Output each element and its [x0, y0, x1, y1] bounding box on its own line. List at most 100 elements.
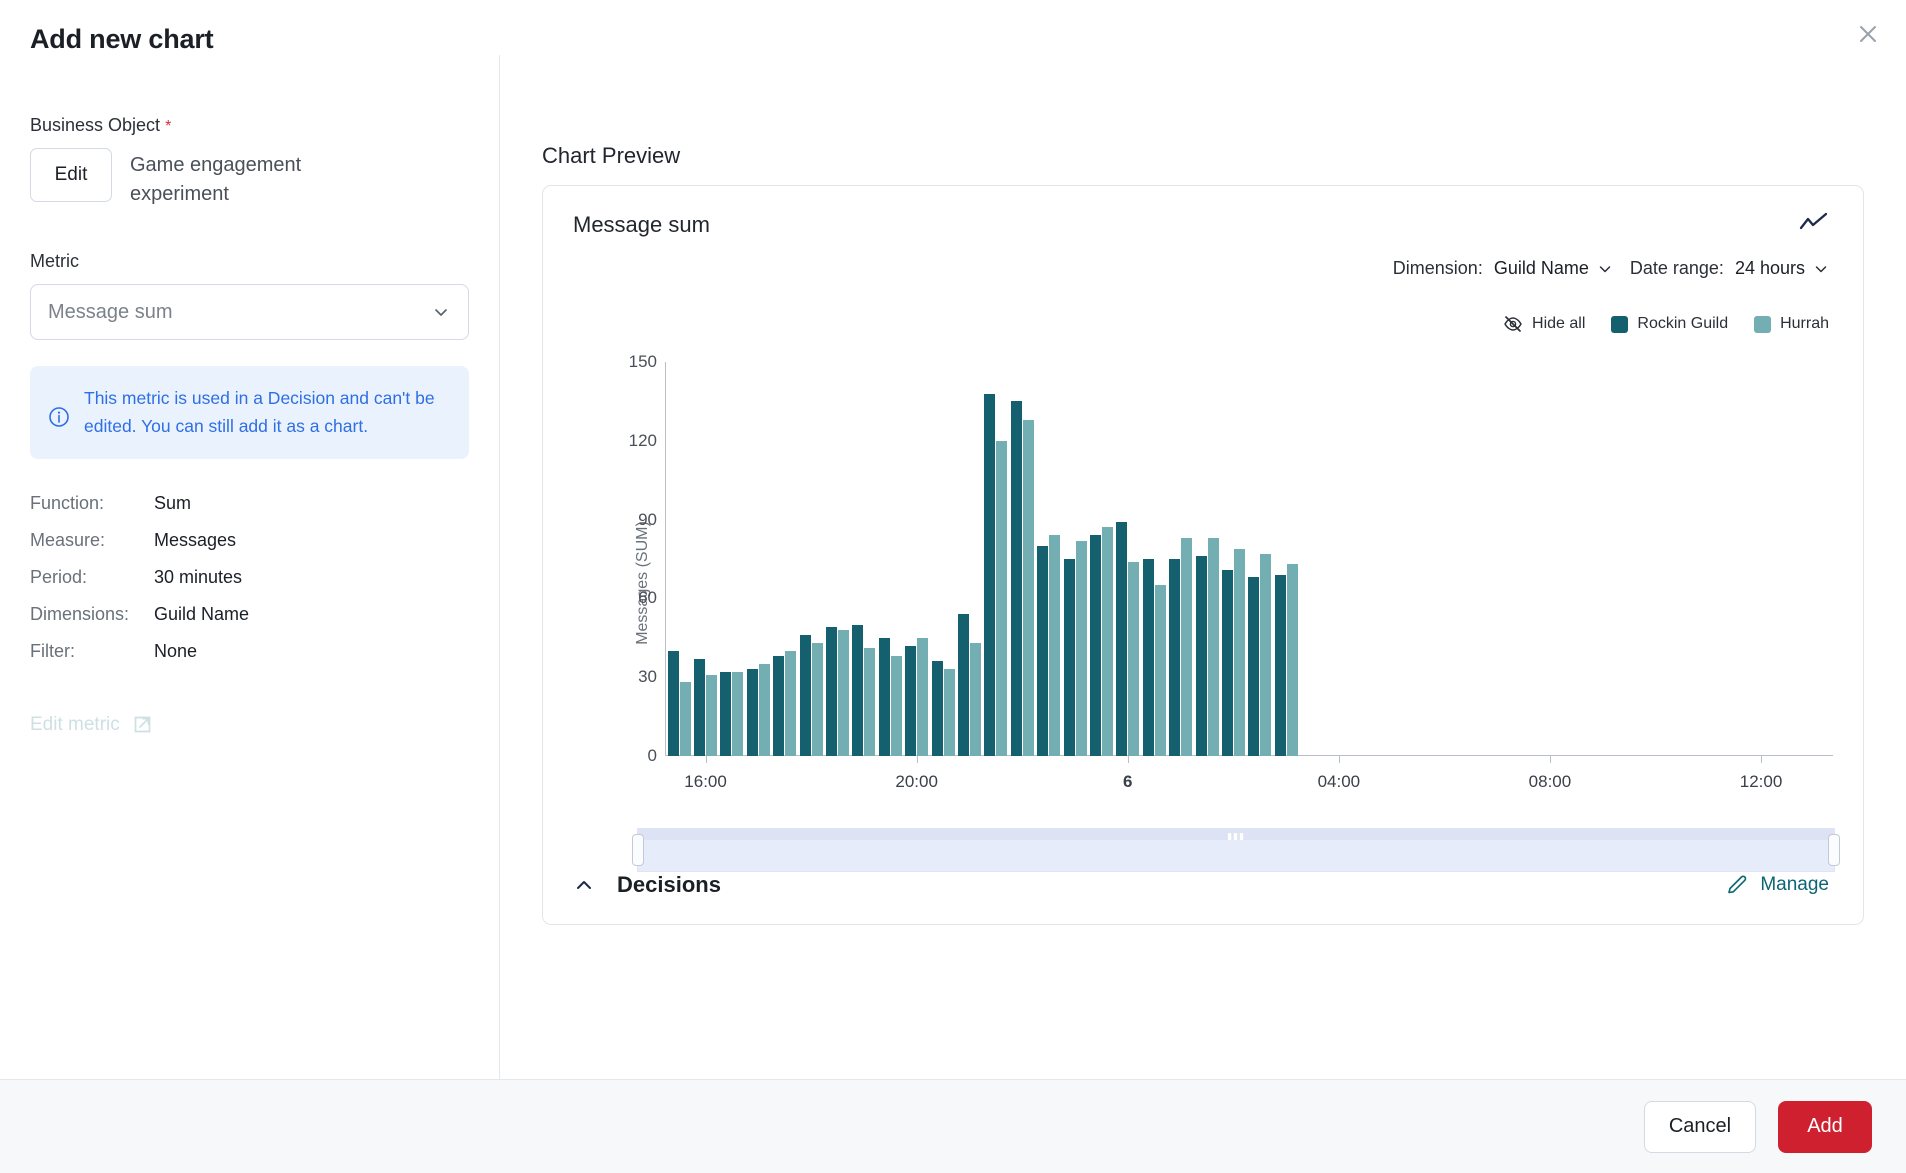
bar-group[interactable] — [1484, 362, 1510, 756]
bar-group[interactable] — [956, 362, 982, 756]
bar-group[interactable] — [719, 362, 745, 756]
bar-group[interactable] — [1247, 362, 1273, 756]
decisions-toggle[interactable]: Decisions — [573, 872, 721, 898]
bar-group[interactable] — [1669, 362, 1695, 756]
bar-series-b[interactable] — [891, 656, 902, 756]
bar-group[interactable] — [1352, 362, 1378, 756]
bar-group[interactable] — [1194, 362, 1220, 756]
line-chart-icon[interactable] — [1799, 212, 1829, 239]
bar-series-a[interactable] — [1222, 570, 1233, 756]
range-handle-left[interactable] — [632, 834, 644, 866]
bar-group[interactable] — [1167, 362, 1193, 756]
bar-series-b[interactable] — [1128, 562, 1139, 756]
bar-group[interactable] — [1590, 362, 1616, 756]
bar-group[interactable] — [1722, 362, 1748, 756]
legend-item-series-b[interactable]: Hurrah — [1754, 315, 1829, 333]
bar-group[interactable] — [1695, 362, 1721, 756]
bar-series-a[interactable] — [1275, 575, 1286, 756]
bar-series-a[interactable] — [694, 659, 705, 756]
bar-group[interactable] — [1220, 362, 1246, 756]
bar-series-b[interactable] — [706, 675, 717, 756]
bar-series-b[interactable] — [864, 648, 875, 756]
bar-series-b[interactable] — [970, 643, 981, 756]
bar-group[interactable] — [1511, 362, 1537, 756]
bar-group[interactable] — [1801, 362, 1827, 756]
bar-series-b[interactable] — [1155, 585, 1166, 756]
bar-series-a[interactable] — [668, 651, 679, 756]
manage-decisions-link[interactable]: Manage — [1725, 873, 1829, 897]
edit-metric-link[interactable]: Edit metric — [30, 714, 153, 736]
bar-group[interactable] — [1299, 362, 1325, 756]
bar-group[interactable] — [1062, 362, 1088, 756]
bar-group[interactable] — [877, 362, 903, 756]
bar-series-b[interactable] — [759, 664, 770, 756]
bar-series-b[interactable] — [1023, 420, 1034, 756]
bar-series-a[interactable] — [747, 669, 758, 756]
bar-group[interactable] — [1379, 362, 1405, 756]
bar-series-b[interactable] — [1234, 549, 1245, 757]
legend-hide-all[interactable]: Hide all — [1503, 314, 1585, 334]
bar-group[interactable] — [1115, 362, 1141, 756]
bar-group[interactable] — [983, 362, 1009, 756]
bar-group[interactable] — [692, 362, 718, 756]
bar-series-a[interactable] — [958, 614, 969, 756]
bar-series-b[interactable] — [1049, 535, 1060, 756]
bar-group[interactable] — [1088, 362, 1114, 756]
bar-group[interactable] — [1774, 362, 1800, 756]
bar-series-a[interactable] — [1143, 559, 1154, 756]
bar-series-b[interactable] — [785, 651, 796, 756]
bar-series-b[interactable] — [1208, 538, 1219, 756]
bar-series-a[interactable] — [852, 625, 863, 756]
bar-series-b[interactable] — [680, 682, 691, 756]
bar-series-a[interactable] — [1064, 559, 1075, 756]
range-track[interactable]: ▮▮▮ — [637, 828, 1835, 872]
chart-range-slider[interactable]: ▮▮▮ — [637, 828, 1835, 872]
bar-group[interactable] — [1009, 362, 1035, 756]
bar-group[interactable] — [1141, 362, 1167, 756]
bar-series-a[interactable] — [773, 656, 784, 756]
bar-group[interactable] — [1616, 362, 1642, 756]
bar-group[interactable] — [1458, 362, 1484, 756]
bar-series-b[interactable] — [1181, 538, 1192, 756]
bar-series-a[interactable] — [800, 635, 811, 756]
bar-group[interactable] — [1326, 362, 1352, 756]
bar-group[interactable] — [798, 362, 824, 756]
bar-group[interactable] — [824, 362, 850, 756]
bar-series-b[interactable] — [1287, 564, 1298, 756]
bar-series-b[interactable] — [996, 441, 1007, 756]
bar-series-b[interactable] — [838, 630, 849, 756]
cancel-button[interactable]: Cancel — [1644, 1101, 1756, 1153]
bar-group[interactable] — [851, 362, 877, 756]
bar-series-a[interactable] — [879, 638, 890, 756]
range-top-bar[interactable]: ▮▮▮ — [638, 829, 1834, 840]
bar-series-a[interactable] — [720, 672, 731, 756]
bar-series-a[interactable] — [1248, 577, 1259, 756]
bar-group[interactable] — [745, 362, 771, 756]
bar-group[interactable] — [1642, 362, 1668, 756]
bar-series-a[interactable] — [1116, 522, 1127, 756]
bar-series-a[interactable] — [1169, 559, 1180, 756]
bar-group[interactable] — [1431, 362, 1457, 756]
bar-group[interactable] — [1563, 362, 1589, 756]
bar-group[interactable] — [1537, 362, 1563, 756]
bar-group[interactable] — [1748, 362, 1774, 756]
range-handle-right[interactable] — [1828, 834, 1840, 866]
bar-series-b[interactable] — [917, 638, 928, 756]
add-button[interactable]: Add — [1778, 1101, 1872, 1153]
bar-series-b[interactable] — [812, 643, 823, 756]
bar-group[interactable] — [930, 362, 956, 756]
bar-group[interactable] — [904, 362, 930, 756]
bar-series-b[interactable] — [732, 672, 743, 756]
bar-group[interactable] — [772, 362, 798, 756]
bar-series-a[interactable] — [826, 627, 837, 756]
bar-series-a[interactable] — [984, 394, 995, 756]
metric-select[interactable]: Message sum — [30, 284, 469, 340]
legend-item-series-a[interactable]: Rockin Guild — [1611, 315, 1728, 333]
bar-group[interactable] — [1405, 362, 1431, 756]
bar-group[interactable] — [666, 362, 692, 756]
dimension-select[interactable]: Guild Name — [1494, 258, 1613, 279]
bar-series-b[interactable] — [1076, 541, 1087, 756]
date-range-select[interactable]: 24 hours — [1735, 258, 1829, 279]
bar-group[interactable] — [1035, 362, 1061, 756]
bar-series-a[interactable] — [1011, 401, 1022, 756]
